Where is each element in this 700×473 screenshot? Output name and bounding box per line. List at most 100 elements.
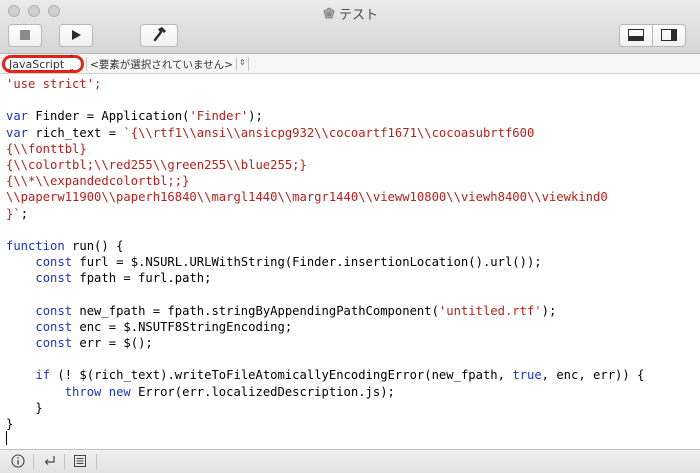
return-icon (43, 453, 57, 472)
code-line: var Finder = Application('Finder'); (6, 108, 700, 124)
code-text: ); (541, 303, 557, 318)
code-line: const fpath = furl.path; (6, 270, 700, 286)
code-line: throw new Error(err.localizedDescription… (6, 384, 700, 400)
chevron-updown-icon: ⌃ ⌄ (68, 53, 75, 74)
text-cursor (6, 431, 7, 445)
list-icon (73, 453, 87, 472)
events-button[interactable] (42, 455, 58, 469)
code-string: {\\fonttbl} (6, 141, 87, 156)
split-right-icon (661, 26, 677, 45)
stop-icon (19, 26, 31, 45)
code-keyword: const (35, 271, 73, 286)
compile-button[interactable] (140, 24, 178, 47)
code-keyword: const (35, 303, 73, 318)
code-keyword: if (35, 368, 51, 383)
split-bottom-icon (628, 26, 644, 45)
divider (96, 454, 97, 470)
code-line: } (6, 416, 700, 432)
code-line: } (6, 400, 700, 416)
window-title-text: テスト (338, 8, 378, 23)
code-line: }`; (6, 206, 700, 222)
code-line: {\\colortbl;\\red255\\green255\\blue255;… (6, 157, 700, 173)
navigation-bar: JavaScript ⌃ ⌄ <要素が選択されていません> ⇕ (0, 54, 700, 74)
bottom-bar (0, 449, 700, 473)
code-keyword: function (6, 238, 65, 253)
code-line: const furl = $.NSURL.URLWithString(Finde… (6, 254, 700, 270)
code-keyword: var (6, 109, 29, 124)
code-keyword: var (6, 125, 29, 140)
chevron-updown-icon[interactable]: ⇕ (239, 58, 246, 67)
run-button[interactable] (59, 24, 93, 47)
code-text: fpath = furl.path; (72, 271, 212, 286)
show-log-bottom-button[interactable] (619, 24, 653, 47)
code-line: var rich_text = `{\\rtf1\\ansi\\ansicpg9… (6, 125, 700, 141)
code-text: run() { (64, 238, 124, 253)
code-line: {\\*\\expandedcolortbl;;} (6, 173, 700, 189)
stop-button[interactable] (8, 24, 42, 47)
script-editor-window: テスト JavaScript ⌃ ⌄ <要素が選択されていません> ⇕ 'use… (0, 0, 700, 473)
code-text: rich_text = (28, 125, 124, 140)
code-line: function run() { (6, 238, 700, 254)
code-text: ); (248, 109, 263, 124)
code-text: , enc, err)) { (541, 368, 645, 383)
log-button[interactable] (72, 453, 88, 472)
window-title: テスト (0, 4, 700, 25)
play-icon (70, 26, 82, 45)
toolbar: テスト (0, 0, 700, 54)
code-string: 'Finder' (189, 109, 249, 124)
code-string: {\\colortbl;\\red255\\green255\\blue255;… (6, 157, 307, 172)
code-text: } (6, 400, 43, 415)
code-line: if (! $(rich_text).writeToFileAtomically… (6, 367, 700, 383)
code-text: Error(err.localizedDescription.js); (130, 384, 395, 399)
code-text: (! $(rich_text).writeToFileAtomicallyEnc… (50, 368, 513, 383)
info-button[interactable] (10, 453, 26, 472)
code-line: const enc = $.NSUTF8StringEncoding; (6, 319, 700, 335)
code-text: new_fpath = fpath.stringByAppendingPathC… (72, 303, 439, 318)
element-label: <要素が選択されていません> (90, 59, 233, 71)
code-keyword: const (35, 255, 73, 270)
code-line: \\paperw11900\\paperh16840\\margl1440\\m… (6, 189, 700, 205)
code-keyword: const (35, 336, 73, 350)
divider (33, 454, 34, 470)
divider (64, 454, 65, 470)
code-line: const new_fpath = fpath.stringByAppendin… (6, 303, 700, 319)
info-icon (11, 453, 25, 472)
show-log-right-button[interactable] (652, 24, 686, 47)
script-editor[interactable]: 'use strict'; var Finder = Application('F… (0, 75, 700, 448)
code-line: 'use strict'; (6, 76, 700, 92)
code-text: furl = $.NSURL.URLWithString(Finder.inse… (72, 255, 542, 270)
code-string: \\paperw11900\\paperh16840\\margl1440\\m… (6, 190, 608, 205)
code-text: enc = $.NSUTF8StringEncoding; (72, 319, 293, 334)
code-line: const err = $(); (6, 335, 700, 351)
script-document-icon (322, 7, 336, 25)
code-text: } (6, 416, 14, 431)
divider (248, 57, 249, 71)
code-text: err = $(); (72, 336, 153, 350)
code-keyword: const (35, 319, 73, 334)
code-string: }` (6, 206, 21, 221)
code-string: {\\*\\expandedcolortbl;;} (6, 174, 190, 189)
hammer-icon (151, 26, 167, 46)
language-selector[interactable]: JavaScript ⌃ ⌄ (2, 53, 84, 74)
code-string: `{\\rtf1\\ansi\\ansicpg932\\cocoartf1671… (123, 125, 535, 140)
language-label: JavaScript (9, 57, 65, 71)
divider (236, 57, 237, 71)
code-keyword: true (512, 368, 542, 383)
code-text: ; (20, 206, 29, 221)
code-text: Finder = Application( (28, 109, 190, 124)
element-selector[interactable]: <要素が選択されていません> (90, 57, 233, 72)
divider (86, 57, 87, 71)
code-line: {\\fonttbl} (6, 141, 700, 157)
code-string: 'use strict'; (6, 77, 102, 91)
